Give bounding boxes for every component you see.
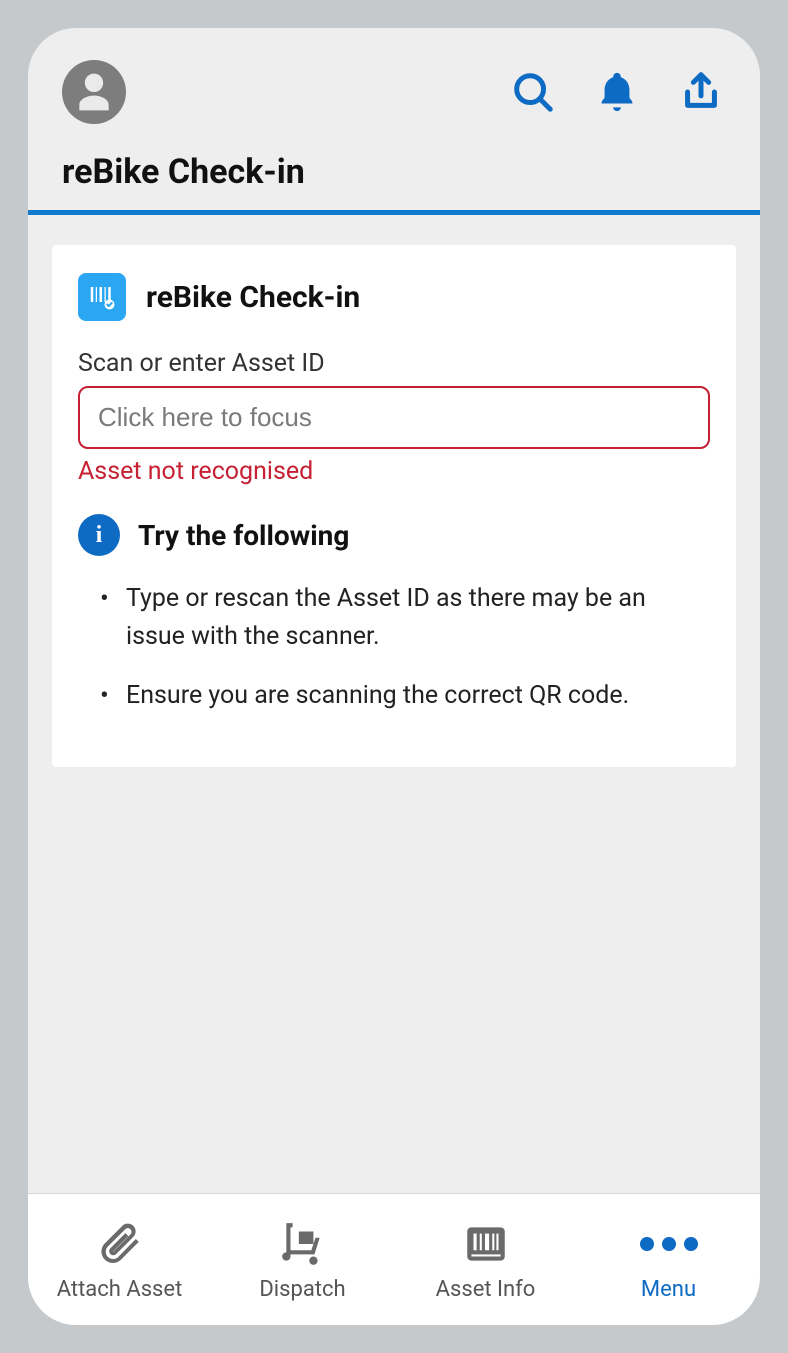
hint-list: Type or rescan the Asset ID as there may… [78, 580, 710, 715]
search-button[interactable] [508, 67, 558, 117]
page-title: reBike Check-in [28, 124, 760, 210]
notifications-button[interactable] [592, 67, 642, 117]
nav-asset-info[interactable]: Asset Info [394, 1217, 577, 1302]
profile-avatar[interactable] [62, 60, 126, 124]
nav-menu[interactable]: Menu [577, 1217, 760, 1302]
card-header: reBike Check-in [78, 273, 710, 321]
card-title: reBike Check-in [146, 280, 360, 315]
more-dots-icon [640, 1217, 698, 1271]
hint-header: i Try the following [78, 514, 710, 556]
bottom-nav: Attach Asset Dispatch Asset Info Menu [28, 1193, 760, 1325]
barcode-box-icon [461, 1217, 511, 1271]
share-icon [678, 69, 724, 115]
search-icon [510, 69, 556, 115]
asset-id-input[interactable] [98, 402, 690, 433]
paperclip-icon [95, 1217, 145, 1271]
hint-title: Try the following [138, 519, 349, 552]
hint-item: Type or rescan the Asset ID as there may… [100, 580, 710, 655]
content-area: reBike Check-in Scan or enter Asset ID A… [28, 215, 760, 1193]
nav-label: Menu [641, 1277, 696, 1302]
dolly-icon [278, 1217, 328, 1271]
nav-attach-asset[interactable]: Attach Asset [28, 1217, 211, 1302]
nav-dispatch[interactable]: Dispatch [211, 1217, 394, 1302]
hint-item: Ensure you are scanning the correct QR c… [100, 677, 710, 715]
nav-label: Attach Asset [57, 1277, 183, 1302]
info-icon: i [78, 514, 120, 556]
checkin-card: reBike Check-in Scan or enter Asset ID A… [52, 245, 736, 767]
top-actions [508, 67, 726, 117]
app-screen: reBike Check-in reBike Check-in Scan or … [28, 28, 760, 1325]
device-frame: reBike Check-in reBike Check-in Scan or … [0, 0, 788, 1353]
asset-id-input-wrap[interactable] [78, 386, 710, 449]
nav-label: Dispatch [259, 1277, 345, 1302]
bell-icon [594, 69, 640, 115]
asset-id-label: Scan or enter Asset ID [78, 349, 710, 378]
asset-id-error: Asset not recognised [78, 457, 710, 486]
nav-label: Asset Info [436, 1277, 536, 1302]
barcode-check-icon [78, 273, 126, 321]
share-button[interactable] [676, 67, 726, 117]
user-icon [72, 70, 116, 114]
top-bar [28, 28, 760, 124]
